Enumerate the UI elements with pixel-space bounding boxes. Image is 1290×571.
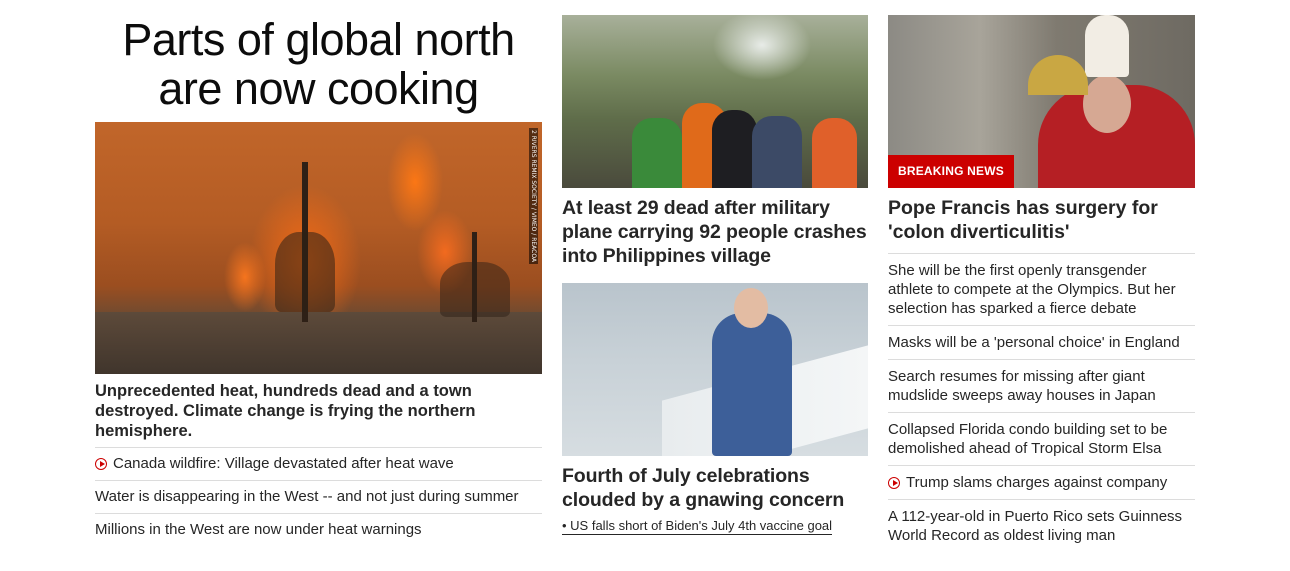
video-play-icon xyxy=(95,458,107,470)
story-link[interactable]: Collapsed Florida condo building set to … xyxy=(888,413,1195,466)
rescuer-figure xyxy=(632,118,682,188)
rescuer-figure xyxy=(712,110,757,188)
mitre-hat xyxy=(1085,15,1129,77)
story-link-text: A 112-year-old in Puerto Rico sets Guinn… xyxy=(888,508,1183,544)
hero-column: Parts of global north are now cooking 2 … xyxy=(95,15,542,546)
story-link[interactable]: Water is disappearing in the West -- and… xyxy=(95,481,542,514)
person-figure xyxy=(712,313,792,456)
tree-foliage xyxy=(275,232,335,312)
gold-chair xyxy=(1028,55,1088,95)
person-head xyxy=(734,288,768,328)
wildfire-image[interactable]: 2 RIVERS REMIX SOCIETY / VIMEO / REACOA xyxy=(95,122,542,374)
story-link[interactable]: Masks will be a 'personal choice' in Eng… xyxy=(888,326,1195,360)
related-links-list: Canada wildfire: Village devastated afte… xyxy=(95,448,542,546)
rescuer-figure xyxy=(812,118,857,188)
story-link[interactable]: A 112-year-old in Puerto Rico sets Guinn… xyxy=(888,500,1195,552)
story-link-text: Water is disappearing in the West -- and… xyxy=(95,488,519,505)
story-link-text: Trump slams charges against company xyxy=(906,474,1168,491)
plane-crash-image[interactable] xyxy=(562,15,868,188)
pope-image[interactable]: BREAKING NEWS xyxy=(888,15,1195,188)
july-fourth-headline[interactable]: Fourth of July celebrations clouded by a… xyxy=(562,464,868,512)
person-head xyxy=(1083,75,1131,133)
lead-summary[interactable]: Unprecedented heat, hundreds dead and a … xyxy=(95,381,542,448)
story-link[interactable]: Canada wildfire: Village devastated afte… xyxy=(95,448,542,481)
image-credit: 2 RIVERS REMIX SOCIETY / VIMEO / REACOA xyxy=(529,128,538,265)
video-play-icon xyxy=(888,477,900,489)
story-link-text: Millions in the West are now under heat … xyxy=(95,521,422,538)
story-link-text: Collapsed Florida condo building set to … xyxy=(888,421,1168,457)
biden-image[interactable] xyxy=(562,283,868,456)
story-link[interactable]: She will be the first openly transgender… xyxy=(888,254,1195,326)
tree-foliage xyxy=(440,262,510,317)
vaccine-goal-link[interactable]: • US falls short of Biden's July 4th vac… xyxy=(562,517,833,535)
hero-headline[interactable]: Parts of global north are now cooking xyxy=(95,15,542,113)
breaking-news-badge: BREAKING NEWS xyxy=(888,155,1014,188)
story-link-text: Canada wildfire: Village devastated afte… xyxy=(113,455,454,472)
rescuer-figure xyxy=(752,116,802,188)
pope-headline[interactable]: Pope Francis has surgery for 'colon dive… xyxy=(888,196,1195,254)
top-stories-list: She will be the first openly transgender… xyxy=(888,254,1195,552)
story-link-text: Search resumes for missing after giant m… xyxy=(888,368,1156,404)
story-link-text: Masks will be a 'personal choice' in Eng… xyxy=(888,334,1180,351)
story-link[interactable]: Trump slams charges against company xyxy=(888,466,1195,500)
story-link[interactable]: Search resumes for missing after giant m… xyxy=(888,360,1195,413)
story-link[interactable]: Millions in the West are now under heat … xyxy=(95,514,542,546)
middle-column: At least 29 dead after military plane ca… xyxy=(562,15,868,535)
story-link-text: She will be the first openly transgender… xyxy=(888,262,1176,317)
plane-crash-headline[interactable]: At least 29 dead after military plane ca… xyxy=(562,196,868,268)
right-column: BREAKING NEWS Pope Francis has surgery f… xyxy=(888,15,1195,552)
